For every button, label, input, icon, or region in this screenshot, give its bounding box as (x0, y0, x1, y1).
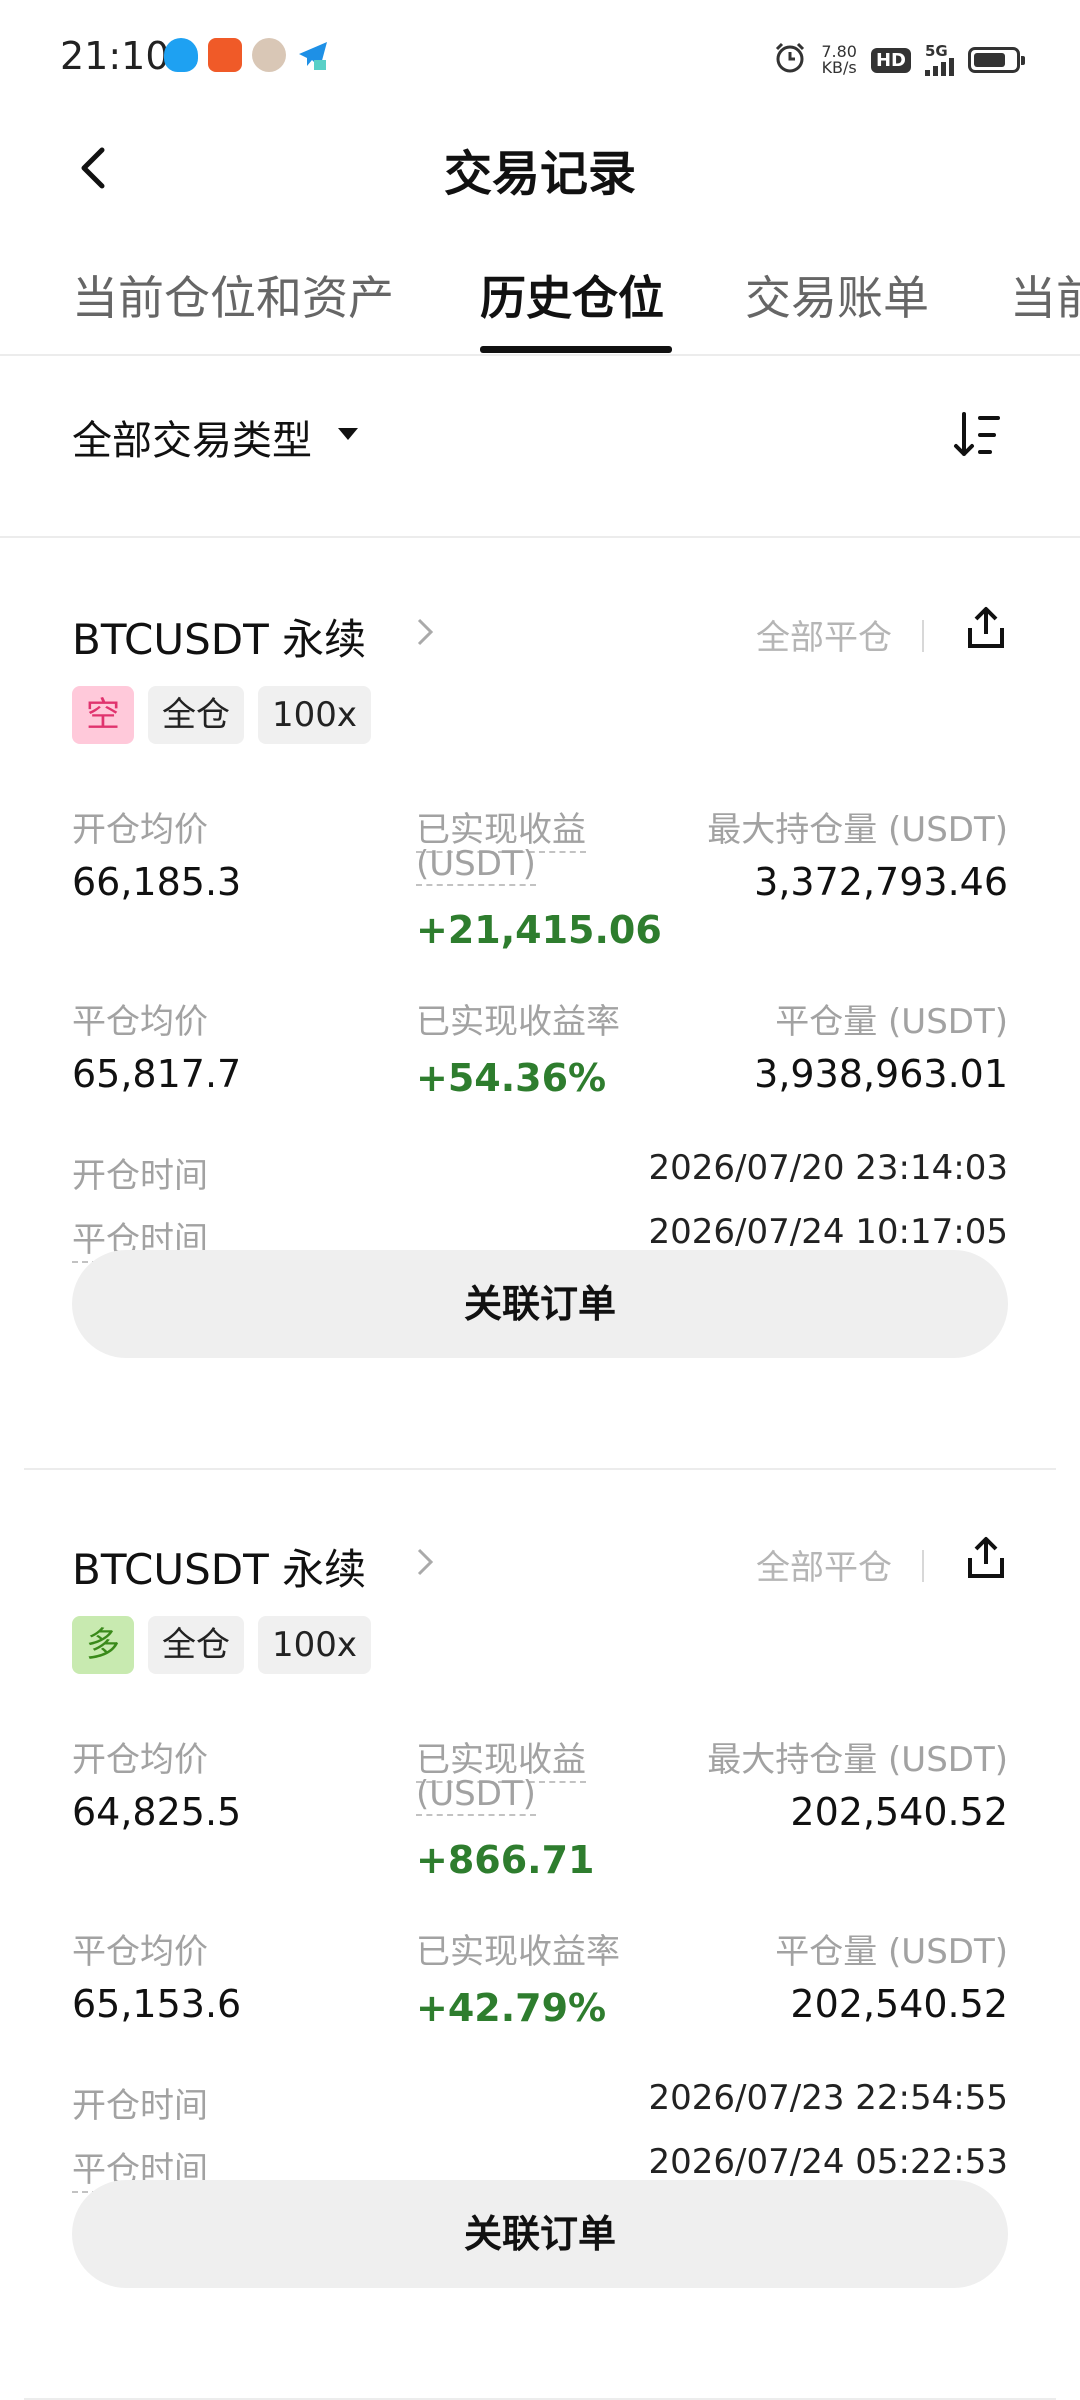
related-orders-button[interactable]: 关联订单 (72, 1250, 1008, 1358)
close-avg-value: 65,153.6 (72, 1982, 242, 2026)
realized-pnl-value: +866.71 (416, 1838, 595, 1882)
margin-tag: 全仓 (148, 1616, 244, 1674)
leverage-tag: 100x (258, 686, 372, 744)
side-tag: 多 (72, 1616, 134, 1674)
hd-badge: HD (870, 47, 911, 73)
open-avg-value: 64,825.5 (72, 1790, 242, 1834)
close-avg-label: 平仓均价 (72, 1002, 208, 1042)
close-amount-label: 平仓量 (USDT) (775, 1002, 1008, 1042)
open-avg-value: 66,185.3 (72, 860, 242, 904)
close-amount-label: 平仓量 (USDT) (775, 1932, 1008, 1972)
share-icon[interactable] (964, 1534, 1008, 1582)
open-avg-label: 开仓均价 (72, 1740, 208, 1780)
qq-icon (164, 38, 198, 72)
close-avg-value: 65,817.7 (72, 1052, 242, 1096)
tab-current-orders[interactable]: 当前 (1010, 262, 1080, 328)
position-tags: 多 全仓 100x (72, 1616, 372, 1674)
share-icon[interactable] (964, 604, 1008, 652)
max-position-value: 202,540.52 (790, 1790, 1008, 1834)
tab-trade-bills[interactable]: 交易账单 (745, 262, 929, 328)
close-avg-label: 平仓均价 (72, 1932, 208, 1972)
realized-rate-label: 已实现收益率 (416, 1932, 620, 1972)
filter-bar: 全部交易类型 (0, 356, 1080, 538)
tab-history-positions[interactable]: 历史仓位 (480, 262, 664, 328)
network-type: 5G (925, 42, 948, 60)
open-time-value: 2026/07/23 22:54:55 (648, 2078, 1008, 2118)
app-notification-icon (208, 38, 242, 72)
net-speed: 7.80 KB/s (821, 44, 857, 76)
realized-pnl-unit[interactable]: (USDT) (416, 1774, 536, 1816)
margin-tag: 全仓 (148, 686, 244, 744)
trade-type-filter[interactable]: 全部交易类型 (72, 408, 312, 466)
sort-icon[interactable] (950, 408, 1004, 462)
status-right: 7.80 KB/s HD 5G (773, 40, 1025, 80)
position-symbol[interactable]: BTCUSDT 永续 (72, 606, 366, 667)
header: 交易记录 (0, 118, 1080, 218)
position-card: BTCUSDT 永续 全部平仓 多 全仓 100x 开仓均价 64,825.5 … (24, 1470, 1056, 2400)
chevron-right-icon[interactable] (412, 614, 438, 650)
position-card: BTCUSDT 永续 全部平仓 空 全仓 100x 开仓均价 66,185.3 … (24, 540, 1056, 1470)
max-position-label: 最大持仓量 (USDT) (707, 810, 1008, 850)
close-all-button[interactable]: 全部平仓 (756, 610, 892, 659)
status-time: 21:10 (60, 34, 170, 78)
open-time-label: 开仓时间 (72, 2086, 208, 2126)
alarm-icon (773, 41, 807, 79)
telegram-icon (296, 38, 330, 72)
close-amount-value: 202,540.52 (790, 1982, 1008, 2026)
position-tags: 空 全仓 100x (72, 686, 372, 744)
signal: 5G (925, 44, 954, 76)
signal-bars-icon (925, 58, 954, 76)
open-time-value: 2026/07/20 23:14:03 (648, 1148, 1008, 1188)
divider (922, 620, 924, 652)
chevron-right-icon[interactable] (412, 1544, 438, 1580)
divider (922, 1550, 924, 1582)
avatar-notification-icon (252, 38, 286, 72)
tab-current-positions[interactable]: 当前仓位和资产 (72, 262, 394, 328)
close-amount-value: 3,938,963.01 (754, 1052, 1008, 1096)
close-time-value: 2026/07/24 10:17:05 (648, 1212, 1008, 1252)
realized-pnl-unit[interactable]: (USDT) (416, 844, 536, 886)
realized-rate-value: +42.79% (416, 1986, 607, 2030)
realized-pnl-value: +21,415.06 (416, 908, 662, 952)
open-avg-label: 开仓均价 (72, 810, 208, 850)
close-all-button[interactable]: 全部平仓 (756, 1540, 892, 1589)
realized-rate-value: +54.36% (416, 1056, 607, 1100)
caret-down-icon[interactable] (338, 428, 358, 440)
status-bar: 21:10 7.80 KB/s HD 5G (0, 0, 1080, 118)
leverage-tag: 100x (258, 1616, 372, 1674)
realized-rate-label: 已实现收益率 (416, 1002, 620, 1042)
close-time-value: 2026/07/24 05:22:53 (648, 2142, 1008, 2182)
page-title: 交易记录 (443, 146, 636, 202)
net-speed-unit: KB/s (821, 58, 857, 77)
battery-icon (968, 47, 1025, 73)
side-tag: 空 (72, 686, 134, 744)
max-position-value: 3,372,793.46 (754, 860, 1008, 904)
tab-bar: 当前仓位和资产 历史仓位 交易账单 当前 (0, 240, 1080, 356)
max-position-label: 最大持仓量 (USDT) (707, 1740, 1008, 1780)
position-symbol[interactable]: BTCUSDT 永续 (72, 1536, 366, 1597)
active-tab-indicator (480, 346, 672, 353)
open-time-label: 开仓时间 (72, 1156, 208, 1196)
related-orders-button[interactable]: 关联订单 (72, 2180, 1008, 2288)
